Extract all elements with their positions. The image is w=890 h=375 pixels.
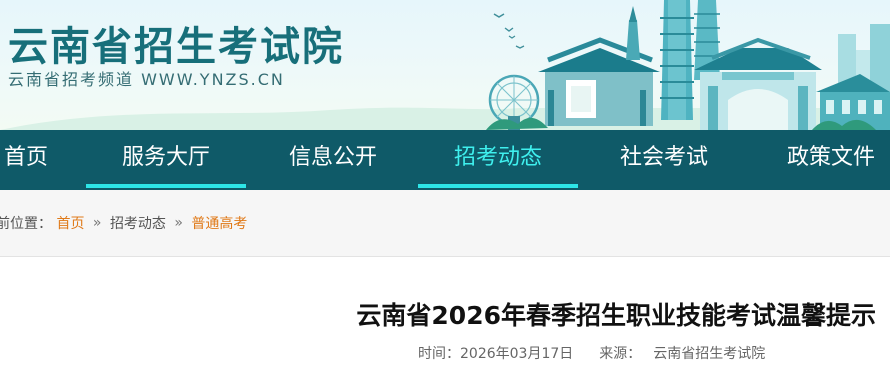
breadcrumb-separator-icon: » <box>92 215 102 231</box>
breadcrumb-exam-news-link[interactable]: 招考动态 <box>110 216 166 232</box>
nav-active-underline <box>418 184 578 188</box>
breadcrumb: 前位置： 首页 » 招考动态 » 普通高考 <box>0 190 890 257</box>
nav-item-social-exams[interactable]: 社会考试 <box>584 130 744 190</box>
breadcrumb-gaokao-link[interactable]: 普通高考 <box>191 216 247 232</box>
breadcrumb-separator-icon: » <box>174 215 183 231</box>
publish-date: 2026年03月17日 <box>460 346 574 362</box>
source-label: 来源： <box>599 346 642 362</box>
spire-icon <box>626 6 640 60</box>
skyscrapers-icon <box>816 24 890 130</box>
site-title[interactable]: 云南省招生考试院 <box>8 14 344 72</box>
article-title: 云南省2026年春季招生职业技能考试温馨提示 <box>356 301 876 330</box>
nav-item-service-hall[interactable]: 服务大厅 <box>86 130 246 190</box>
main-nav: 首页 服务大厅 信息公开 招考动态 社会考试 政策文件 <box>0 130 890 190</box>
nav-item-info-disclosure[interactable]: 信息公开 <box>253 130 413 190</box>
breadcrumb-prefix: 前位置： <box>0 216 52 232</box>
breadcrumb-home-link[interactable]: 首页 <box>56 216 84 232</box>
gate-icon <box>538 37 660 126</box>
time-label: 时间： <box>418 346 460 362</box>
header-banner: 云南省招生考试院 云南省招考频道 WWW.YNZS.CN <box>0 0 890 130</box>
nav-item-policy-docs[interactable]: 政策文件 <box>751 130 890 190</box>
pagoda-icon <box>660 0 694 120</box>
source-value: 云南省招生考试院 <box>653 346 766 362</box>
nav-hover-underline <box>86 184 246 188</box>
site-subtitle: 云南省招考频道 WWW.YNZS.CN <box>8 70 285 89</box>
article-meta: 时间：2026年03月17日 来源： 云南省招生考试院 <box>418 343 765 363</box>
nav-item-exam-news[interactable]: 招考动态 <box>418 130 578 190</box>
nav-item-home[interactable]: 首页 <box>0 130 56 190</box>
